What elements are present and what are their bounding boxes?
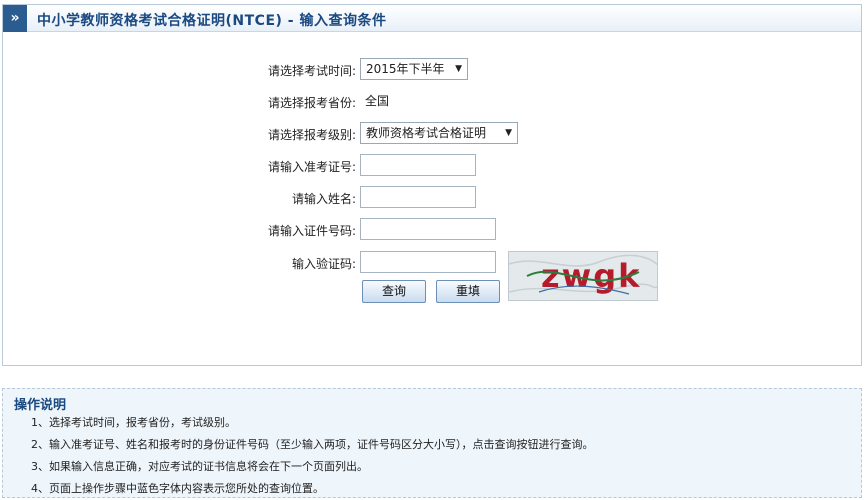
- level-value: 教师资格考试合格证明: [366, 126, 487, 140]
- help-item: 2、输入准考证号、姓名和报考时的身份证件号码（至少输入两项，证件号码区分大小写）…: [31, 438, 594, 451]
- double-chevron-right-icon: »: [3, 5, 27, 32]
- level-label: 请选择报考级别:: [267, 128, 356, 142]
- province-value: 全国: [365, 94, 390, 108]
- province-row: 请选择报考省份: 全国: [0, 90, 866, 116]
- exam-time-label: 请选择考试时间:: [267, 64, 356, 78]
- help-item: 4、页面上操作步骤中蓝色字体内容表示您所处的查询位置。: [31, 482, 324, 495]
- exam-time-value: 2015年下半年: [366, 62, 445, 76]
- id-no-input[interactable]: [360, 218, 496, 240]
- help-panel: 操作说明 1、选择考试时间，报考省份，考试级别。 2、输入准考证号、姓名和报考时…: [2, 388, 862, 498]
- level-row: 请选择报考级别: 教师资格考试合格证明 ▼: [0, 122, 866, 148]
- admission-no-label: 请输入准考证号:: [267, 160, 356, 174]
- id-row: 请输入证件号码:: [0, 218, 866, 244]
- admission-row: 请输入准考证号:: [0, 154, 866, 180]
- button-row: 查询 重填: [0, 280, 866, 306]
- name-row: 请输入姓名:: [0, 186, 866, 212]
- captcha-row: 输入验证码:: [0, 251, 866, 277]
- page-title: 中小学教师资格考试合格证明(NTCE) - 输入查询条件: [37, 13, 387, 29]
- admission-no-input[interactable]: [360, 154, 476, 176]
- query-button[interactable]: 查询: [362, 280, 426, 303]
- help-item: 3、如果输入信息正确，对应考试的证书信息将会在下一个页面列出。: [31, 460, 368, 473]
- name-label: 请输入姓名:: [291, 192, 356, 206]
- name-input[interactable]: [360, 186, 476, 208]
- id-no-label: 请输入证件号码:: [267, 224, 356, 238]
- captcha-input[interactable]: [360, 251, 496, 273]
- province-label: 请选择报考省份:: [267, 96, 356, 110]
- help-title: 操作说明: [14, 398, 67, 413]
- dropdown-arrow-icon: ▼: [455, 64, 462, 74]
- help-item: 1、选择考试时间，报考省份，考试级别。: [31, 416, 236, 429]
- panel-header: » 中小学教师资格考试合格证明(NTCE) - 输入查询条件: [3, 5, 861, 32]
- reset-button[interactable]: 重填: [436, 280, 500, 303]
- captcha-label: 输入验证码:: [291, 257, 356, 271]
- level-select[interactable]: 教师资格考试合格证明 ▼: [360, 122, 518, 144]
- exam-time-row: 请选择考试时间: 2015年下半年 ▼: [0, 58, 866, 84]
- dropdown-arrow-icon: ▼: [505, 128, 512, 138]
- captcha-image[interactable]: zwgk: [508, 251, 658, 301]
- captcha-graphic: zwgk: [509, 252, 657, 300]
- exam-time-select[interactable]: 2015年下半年 ▼: [360, 58, 468, 80]
